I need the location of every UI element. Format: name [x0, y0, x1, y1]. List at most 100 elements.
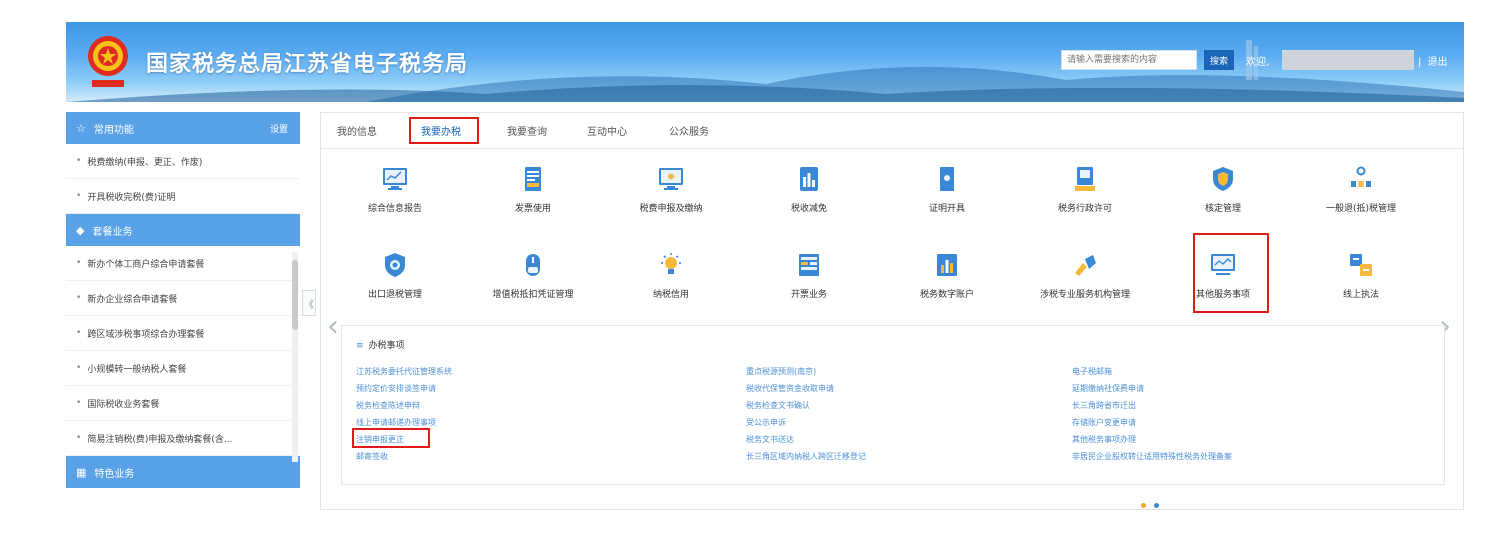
carousel-dot[interactable] — [1154, 503, 1159, 508]
site-title: 国家税务总局江苏省电子税务局 — [146, 52, 469, 77]
sidebar-item-label: 国际税收业务套餐 — [87, 399, 160, 410]
service-comprehensive-report[interactable]: 综合信息报告 — [335, 165, 455, 214]
matter-link[interactable]: 江苏税务委托代征管理系统 — [356, 366, 452, 377]
sidebar-item-package[interactable]: • 跨区域涉税事项综合办理套餐 — [66, 316, 300, 351]
tab-my-info[interactable]: 我的信息 — [337, 123, 377, 138]
service-invoicing[interactable]: 开票业务 — [749, 251, 869, 300]
service-admin-license[interactable]: 税务行政许可 — [1025, 165, 1145, 214]
sidebar-item-package[interactable]: • 国际税收业务套餐 — [66, 386, 300, 421]
service-label: 增值税抵扣凭证管理 — [492, 290, 574, 300]
tax-matters-title-text: 办税事项 — [368, 341, 405, 351]
bullet-icon: • — [76, 363, 82, 373]
monitor-icon — [659, 168, 683, 190]
service-online-enforcement[interactable]: 线上执法 — [1301, 251, 1421, 300]
sidebar-item-label: 新办企业综合申请套餐 — [87, 294, 178, 305]
carousel-dots — [1141, 493, 1167, 512]
shield-icon — [1213, 167, 1233, 191]
sidebar-item-label: 开具税收完税(费)证明 — [87, 192, 176, 203]
matter-link[interactable]: 税务文书送达 — [746, 434, 794, 445]
sidebar-item-label: 简易注销税(费)申报及缴纳套餐(含... — [87, 434, 233, 445]
matter-link[interactable]: 预约定价安排谈签申请 — [356, 383, 436, 394]
logout-link[interactable]: 退出 — [1428, 57, 1448, 68]
search-input[interactable] — [1061, 50, 1197, 70]
sidebar-item-label: 新办个体工商户综合申请套餐 — [87, 259, 205, 270]
matter-link[interactable]: 税收代保管资金收取申请 — [746, 383, 834, 394]
law-icon — [1350, 254, 1372, 276]
matter-link[interactable]: 重点税源预测(南京) — [746, 366, 816, 377]
header-separator: | — [1418, 57, 1422, 68]
carousel-dot[interactable] — [1141, 503, 1146, 508]
sidebar-settings-link[interactable]: 设置 — [270, 122, 288, 135]
bullet-icon: • — [76, 328, 82, 338]
service-assessment[interactable]: 核定管理 — [1163, 165, 1283, 214]
service-refund[interactable]: 一般退(抵)税管理 — [1301, 165, 1421, 214]
search-button[interactable]: 搜索 — [1204, 50, 1234, 70]
matter-link[interactable]: 非居民企业股权转让适用特殊性税务处理备案 — [1072, 451, 1232, 462]
carousel-prev-icon[interactable]: ‹ — [327, 309, 339, 344]
bullet-icon: • — [76, 398, 82, 408]
tab-interaction[interactable]: 互动中心 — [587, 123, 627, 138]
sidebar-item-package[interactable]: • 简易注销税(费)申报及缴纳套餐(含... — [66, 421, 300, 456]
license-icon — [1075, 167, 1095, 191]
sidebar-scrollbar[interactable] — [292, 260, 298, 330]
sidebar-item-package[interactable]: • 新办企业综合申请套餐 — [66, 281, 300, 316]
service-declare-pay[interactable]: 税费申报及缴纳 — [611, 165, 731, 214]
matter-link[interactable]: 受公示申诉 — [746, 417, 786, 428]
service-label: 税收减免 — [790, 204, 827, 214]
service-digital-account[interactable]: 税务数字账户 — [887, 251, 1007, 300]
national-emblem-icon — [88, 36, 128, 87]
sidebar-item-package[interactable]: • 新办个体工商户综合申请套餐 — [66, 246, 300, 281]
matter-link[interactable]: 长三角区域内纳税人跨区迁移登记 — [746, 451, 866, 462]
sidebar-collapse-button[interactable]: 《 — [302, 290, 316, 316]
correction-link-highlight — [352, 428, 430, 448]
sidebar-item-package[interactable]: • 小规模转一般纳税人套餐 — [66, 351, 300, 386]
service-label: 涉税专业服务机构管理 — [1039, 290, 1130, 300]
bullet-icon: • — [76, 191, 82, 201]
service-vat-deduction[interactable]: 增值税抵扣凭证管理 — [473, 251, 593, 300]
logout-area: | 退出 — [1418, 53, 1448, 68]
matter-link[interactable]: 存储账户变更申请 — [1072, 417, 1136, 428]
matter-link[interactable]: 税务检查文书确认 — [746, 400, 810, 411]
service-tax-reduction[interactable]: 税收减免 — [749, 165, 869, 214]
sidebar-section-special[interactable]: ▦ 特色业务 — [66, 456, 300, 488]
building-icon — [800, 167, 818, 191]
welcome-text: 欢迎, — [1246, 57, 1270, 68]
matter-link[interactable]: 线上申请邮递办理事项 — [356, 417, 436, 428]
username-display — [1282, 50, 1414, 70]
service-label: 出口退税管理 — [367, 290, 422, 300]
active-tab-highlight — [409, 117, 479, 144]
matter-link[interactable]: 延期缴纳社保费申请 — [1072, 383, 1144, 394]
matter-link[interactable]: 电子税邮箱 — [1072, 366, 1112, 377]
tax-matters-title: ≡ 办税事项 — [356, 338, 405, 351]
sidebar-section-package[interactable]: ◆ 套餐业务 — [66, 214, 300, 246]
service-certificate[interactable]: 证明开具 — [887, 165, 1007, 214]
matter-link[interactable]: 长三角跨省市迁出 — [1072, 400, 1136, 411]
invoice-icon — [799, 254, 819, 276]
service-label: 一般退(抵)税管理 — [1325, 204, 1397, 214]
sidebar-item-tax-payment[interactable]: • 税费缴纳(申报、更正、作废) — [66, 144, 300, 179]
service-invoice-use[interactable]: 发票使用 — [473, 165, 593, 214]
tax-matters-panel: ≡ 办税事项 江苏税务委托代征管理系统 预约定价安排谈签申请 税务检查陈述申辩 线… — [341, 325, 1445, 485]
package-icon: ◆ — [76, 223, 85, 237]
matter-link[interactable]: 税务检查陈述申辩 — [356, 400, 420, 411]
document-icon — [525, 167, 541, 191]
service-tax-credit[interactable]: 纳税信用 — [611, 251, 731, 300]
app-root: 国家税务总局江苏省电子税务局 搜索 欢迎, | 退出 ☆ 常用功能 设置 • 税费… — [66, 22, 1464, 522]
service-agency-management[interactable]: 涉税专业服务机构管理 — [1025, 251, 1145, 300]
matter-link[interactable]: 其他税务事项办理 — [1072, 434, 1136, 445]
people-icon — [1351, 166, 1371, 187]
sidebar-item-tax-certificate[interactable]: • 开具税收完税(费)证明 — [66, 179, 300, 214]
tab-query[interactable]: 我要查询 — [507, 123, 547, 138]
other-matters-highlight — [1193, 233, 1269, 313]
sidebar-item-label: 税费缴纳(申报、更正、作废) — [87, 157, 203, 168]
service-label: 发票使用 — [514, 204, 551, 214]
service-export-refund[interactable]: 出口退税管理 — [335, 251, 455, 300]
sidebar-section-title: 常用功能 — [93, 124, 134, 136]
matter-link[interactable]: 邮寄签收 — [356, 451, 388, 462]
sidebar-section-common[interactable]: ☆ 常用功能 设置 — [66, 112, 300, 144]
sidebar-item-label: 小规模转一般纳税人套餐 — [87, 364, 187, 375]
certificate-icon — [940, 167, 954, 191]
tab-public-service[interactable]: 公众服务 — [669, 123, 709, 138]
grid-icon: ▦ — [76, 465, 87, 479]
star-icon: ☆ — [76, 121, 86, 135]
